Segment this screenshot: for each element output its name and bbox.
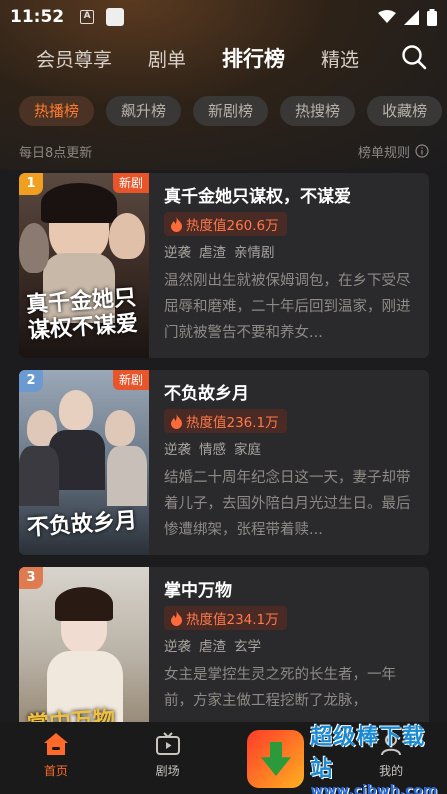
info-icon	[415, 144, 429, 158]
watermark-logo	[247, 730, 305, 788]
ranking-rules-link[interactable]: 榜单规则	[358, 142, 429, 161]
heat-badge-3: 热度值234.1万	[164, 606, 287, 630]
heat-value-2: 热度值236.1万	[186, 415, 279, 431]
tab-member[interactable]: 会员尊享	[36, 45, 112, 72]
drama-title-3: 掌中万物	[164, 581, 232, 601]
status-bar: 11:52 A	[0, 0, 447, 34]
tag: 逆袭	[164, 639, 191, 655]
drama-title-1: 真千金她只谋权，不谋爱	[164, 187, 351, 207]
chip-new[interactable]: 新剧榜	[193, 96, 269, 126]
watermark-text: 超级棒下载站	[310, 725, 426, 782]
watermark-url: www.cjbwh.com	[310, 783, 438, 794]
tag-list-1: 逆袭 虐渣 亲情剧	[164, 241, 275, 261]
home-icon	[43, 733, 68, 755]
drama-poster-1[interactable]: 真千金她只谋权不谋爱 1 新剧	[19, 173, 149, 358]
signal-icon	[404, 9, 419, 25]
heat-value-1: 热度值260.6万	[186, 218, 279, 234]
wifi-icon	[378, 10, 396, 23]
chip-rising[interactable]: 飙升榜	[106, 96, 182, 126]
top-nav: 会员尊享 剧单 排行榜 精选	[0, 38, 447, 78]
search-icon[interactable]	[401, 44, 427, 70]
tag: 虐渣	[199, 639, 226, 655]
bottom-nav-home[interactable]: 首页	[0, 722, 112, 794]
tag: 逆袭	[164, 442, 191, 458]
new-tag-1: 新剧	[112, 173, 149, 193]
tag-list-2: 逆袭 情感 家庭	[164, 438, 261, 458]
update-note: 每日8点更新	[19, 145, 93, 161]
tv-play-icon	[155, 732, 180, 755]
chip-favorites[interactable]: 收藏榜	[367, 96, 443, 126]
rank-badge-2: 2	[19, 370, 43, 392]
tag: 家庭	[234, 442, 261, 458]
rank-badge-3: 3	[19, 567, 43, 589]
ranking-filter-chips: 热播榜 飙升榜 新剧榜 热搜榜 收藏榜	[19, 96, 447, 126]
tag: 亲情剧	[234, 245, 275, 261]
tab-featured[interactable]: 精选	[321, 45, 359, 72]
tag: 逆袭	[164, 245, 191, 261]
new-tag-2: 新剧	[112, 370, 149, 390]
bottom-nav-theater[interactable]: 剧场	[112, 722, 224, 794]
tag: 玄学	[234, 639, 261, 655]
tag-list-3: 逆袭 虐渣 玄学	[164, 635, 261, 655]
heat-badge-2: 热度值236.1万	[164, 409, 287, 433]
status-time: 11:52	[10, 7, 65, 27]
notification-square-icon	[106, 8, 125, 26]
tag: 情感	[199, 442, 226, 458]
heat-badge-1: 热度值260.6万	[164, 212, 287, 236]
list-subheader: 每日8点更新 榜单规则	[19, 141, 429, 161]
tab-playlist[interactable]: 剧单	[148, 45, 186, 72]
heat-value-3: 热度值234.1万	[186, 612, 279, 628]
flame-icon	[171, 413, 182, 429]
drama-description-2: 结婚二十周年纪念日这一天，妻子却带着儿子，去国外陪白月光过生日。最后惨遭绑架，张…	[164, 470, 411, 538]
ranking-rules-label: 榜单规则	[357, 145, 410, 161]
chip-hot-search[interactable]: 热搜榜	[280, 96, 356, 126]
bottom-nav-theater-label: 剧场	[155, 764, 180, 778]
notification-a-icon: A	[80, 10, 95, 24]
chip-hot-play[interactable]: 热播榜	[19, 96, 95, 126]
battery-icon	[427, 8, 437, 26]
drama-card-2[interactable]: 不负故乡月 2 新剧 不负故乡月 热度值236.1万 逆袭 情感 家庭 结婚二十…	[19, 370, 429, 555]
drama-title-2: 不负故乡月	[164, 384, 249, 404]
flame-icon	[171, 216, 182, 232]
bottom-nav-home-label: 首页	[43, 764, 68, 778]
drama-poster-2[interactable]: 不负故乡月 2 新剧	[19, 370, 149, 555]
drama-description-1: 温然刚出生就被保姆调包，在乡下受尽屈辱和磨难，二十年后回到温家，刚进门就被警告不…	[164, 273, 411, 341]
tab-ranking[interactable]: 排行榜	[222, 43, 285, 73]
tag: 虐渣	[199, 245, 226, 261]
poster-title-art-1: 真千金她只谋权不谋爱	[25, 284, 139, 344]
drama-card-1[interactable]: 真千金她只谋权不谋爱 1 新剧 真千金她只谋权，不谋爱 热度值260.6万 逆袭…	[19, 173, 429, 358]
flame-icon	[171, 610, 182, 626]
poster-title-art-2: 不负故乡月	[26, 507, 138, 541]
rank-badge-1: 1	[19, 173, 43, 195]
watermark: 超级棒下载站 www.cjbwh.com	[247, 725, 447, 794]
